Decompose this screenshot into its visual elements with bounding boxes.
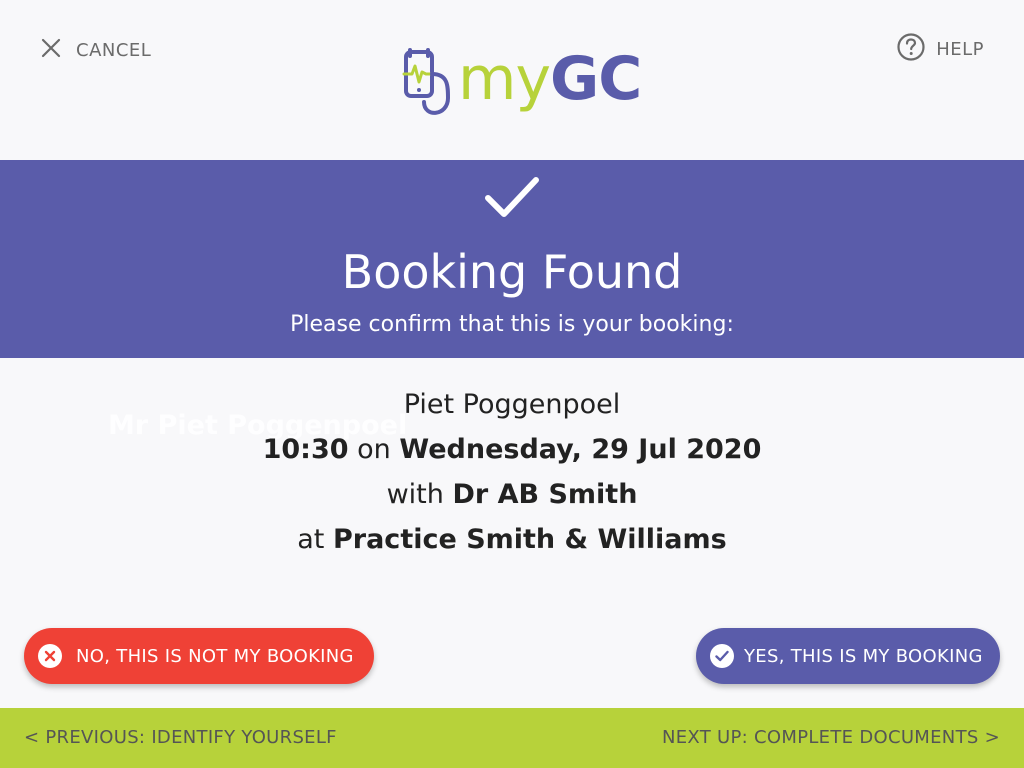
page-title: Booking Found — [341, 245, 683, 299]
confirm-booking-button[interactable]: YES, THIS IS MY BOOKING — [696, 628, 1000, 684]
with-word: with — [386, 479, 444, 510]
check-circle-icon — [710, 644, 734, 668]
logo-text-gc: GC — [549, 44, 642, 114]
booking-time: 10:30 — [262, 434, 349, 465]
checkmark-icon — [484, 174, 540, 224]
reject-booking-label: NO, THIS IS NOT MY BOOKING — [76, 645, 354, 667]
at-word: at — [297, 524, 325, 555]
stethoscope-phone-icon — [402, 46, 456, 126]
confirm-booking-label: YES, THIS IS MY BOOKING — [744, 645, 983, 667]
close-circle-icon — [38, 644, 62, 668]
logo-text-my: my — [458, 44, 551, 114]
booking-datetime: 10:30 on Wednesday, 29 Jul 2020 — [0, 427, 1024, 472]
reject-booking-button[interactable]: NO, THIS IS NOT MY BOOKING — [24, 628, 374, 684]
close-icon — [40, 37, 62, 64]
booking-doctor-line: with Dr AB Smith — [0, 472, 1024, 517]
booking-found-banner: Booking Found Please confirm that this i… — [0, 160, 1024, 358]
page-subtitle: Please confirm that this is your booking… — [290, 312, 734, 337]
footer-nav: < PREVIOUS: IDENTIFY YOURSELF NEXT UP: C… — [0, 708, 1024, 768]
previous-step-link[interactable]: < PREVIOUS: IDENTIFY YOURSELF — [24, 727, 337, 748]
patient-name: Piet Poggenpoel — [403, 389, 621, 420]
on-word: on — [357, 434, 391, 465]
help-icon — [896, 32, 926, 67]
cancel-label: CANCEL — [76, 39, 152, 61]
header: CANCEL myGC HELP — [0, 0, 1024, 160]
booking-doctor: Dr AB Smith — [452, 479, 638, 510]
help-label: HELP — [936, 38, 984, 60]
booking-date: Wednesday, 29 Jul 2020 — [399, 434, 762, 465]
next-step-link[interactable]: NEXT UP: COMPLETE DOCUMENTS > — [662, 727, 1000, 748]
mygc-logo: myGC — [402, 44, 642, 122]
booking-practice-line: at Practice Smith & Williams — [0, 517, 1024, 562]
booking-practice: Practice Smith & Williams — [332, 524, 727, 555]
booking-details: Piet Poggenpoel 10:30 on Wednesday, 29 J… — [0, 382, 1024, 562]
help-button[interactable]: HELP — [896, 32, 984, 67]
cancel-button[interactable]: CANCEL — [40, 36, 151, 64]
